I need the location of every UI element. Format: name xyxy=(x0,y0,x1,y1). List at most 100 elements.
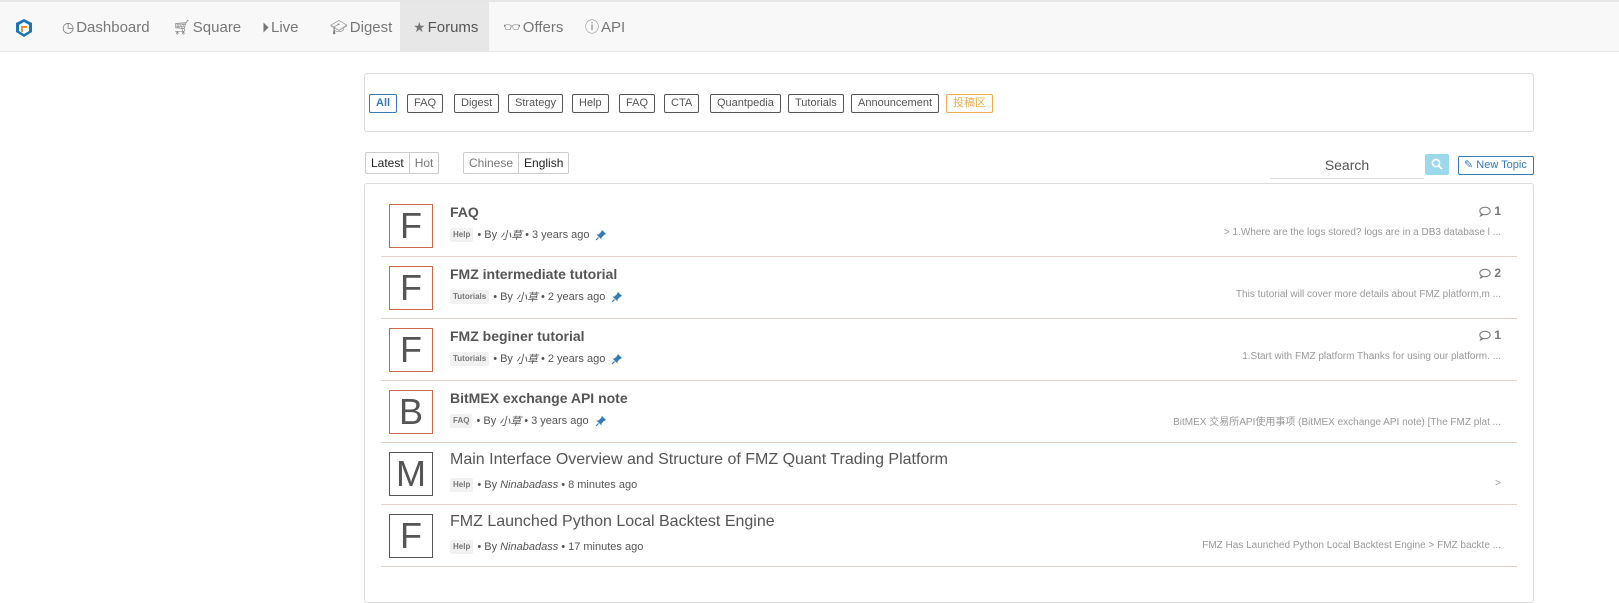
star-icon: ★ xyxy=(413,19,426,35)
topic-meta: Tutorials • By 小草 • 2 years ago xyxy=(450,289,623,305)
topic-time: • 8 minutes ago xyxy=(561,479,638,491)
new-topic-button[interactable]: ✎ New Topic xyxy=(1458,156,1534,175)
topic-author[interactable]: 小草 xyxy=(499,413,521,429)
category-cta[interactable]: CTA xyxy=(664,94,700,113)
category-faq[interactable]: FAQ xyxy=(407,94,444,113)
reply-count: 1 xyxy=(1479,328,1501,342)
topic-meta: Help • By Ninabadass • 17 minutes ago xyxy=(450,540,643,554)
topic-author[interactable]: Ninabadass xyxy=(500,479,558,491)
topic-author[interactable]: 小草 xyxy=(516,351,538,367)
fmz-logo-icon[interactable] xyxy=(14,18,34,38)
topic-by: • By xyxy=(476,415,497,427)
category-submissions[interactable]: 投稿区 xyxy=(946,94,993,113)
topic-tag[interactable]: Help xyxy=(450,228,474,242)
topic-author[interactable]: Ninabadass xyxy=(500,541,558,553)
topic-avatar: F xyxy=(389,328,433,372)
topic-by: • By xyxy=(477,229,498,241)
search-input[interactable] xyxy=(1270,152,1424,179)
topic-title[interactable]: FMZ intermediate tutorial xyxy=(450,266,617,282)
sort-toggle: Latest Hot xyxy=(365,152,440,174)
topic-title[interactable]: FAQ xyxy=(450,204,479,220)
topic-author[interactable]: 小草 xyxy=(500,227,522,243)
topic-avatar: F xyxy=(389,204,433,248)
topic-author[interactable]: 小草 xyxy=(516,289,538,305)
topic-row[interactable]: B BitMEX exchange API note FAQ • By 小草 •… xyxy=(381,380,1517,443)
category-announcement[interactable]: Announcement xyxy=(851,94,939,113)
reply-count: 2 xyxy=(1479,266,1501,280)
topic-avatar: F xyxy=(389,266,433,310)
language-toggle: Chinese English xyxy=(463,152,570,174)
topic-row[interactable]: M Main Interface Overview and Structure … xyxy=(381,442,1517,505)
topic-title[interactable]: Main Interface Overview and Structure of… xyxy=(450,451,948,469)
topic-tag[interactable]: Tutorials xyxy=(450,352,490,366)
topic-tag[interactable]: Help xyxy=(450,478,474,492)
topic-excerpt: > 1.Where are the logs stored? logs are … xyxy=(1223,227,1501,238)
pin-icon xyxy=(611,292,623,303)
topic-time: • 3 years ago xyxy=(524,415,589,427)
topic-avatar: B xyxy=(389,390,433,434)
nav-offers[interactable]: 👓︎ Offers xyxy=(503,2,563,52)
topic-tag[interactable]: FAQ xyxy=(450,414,473,428)
reply-count: 1 xyxy=(1479,204,1501,218)
nav-forums[interactable]: ★ Forums xyxy=(400,2,489,52)
topic-time: • 3 years ago xyxy=(525,229,590,241)
nav-digest[interactable]: 🎓︎ Digest xyxy=(330,2,392,52)
topic-excerpt: FMZ Has Launched Python Local Backtest E… xyxy=(1202,540,1501,551)
topic-excerpt: BitMEX 交易所API使用事项 (BitMEX exchange API n… xyxy=(1173,417,1501,428)
topic-title[interactable]: BitMEX exchange API note xyxy=(450,390,628,406)
topic-row[interactable]: F FAQ Help • By 小草 • 3 years ago 1 > 1.W… xyxy=(381,194,1517,257)
topic-row[interactable]: F FMZ intermediate tutorial Tutorials • … xyxy=(381,256,1517,319)
dashboard-icon: ◷ xyxy=(62,19,75,35)
topic-by: • By xyxy=(493,353,513,365)
info-circle-icon: ⓘ xyxy=(585,19,599,35)
topic-time: • 2 years ago xyxy=(540,353,606,365)
category-filter-panel: All FAQ Digest Strategy Help FAQ CTA Qua… xyxy=(364,73,1534,132)
sort-hot-button[interactable]: Hot xyxy=(408,152,440,174)
topic-meta: Help • By Ninabadass • 8 minutes ago xyxy=(450,478,637,492)
category-digest[interactable]: Digest xyxy=(454,94,500,113)
comment-icon xyxy=(1479,330,1492,341)
pin-icon xyxy=(596,230,607,241)
topic-by: • By xyxy=(493,291,513,303)
cart-icon: 🛒︎ xyxy=(173,19,191,35)
nav-square[interactable]: 🛒︎ Square xyxy=(173,2,241,52)
search-icon xyxy=(1431,158,1443,170)
topic-meta: FAQ • By 小草 • 3 years ago xyxy=(450,413,607,429)
nav-api[interactable]: ⓘ API xyxy=(585,2,625,52)
category-faq-2[interactable]: FAQ xyxy=(619,94,656,113)
topic-title[interactable]: FMZ Launched Python Local Backtest Engin… xyxy=(450,513,775,531)
nav-live[interactable]: ⏵ Live xyxy=(262,2,299,52)
topic-row[interactable]: F FMZ Launched Python Local Backtest Eng… xyxy=(381,504,1517,567)
comment-icon xyxy=(1479,268,1492,279)
nav-dashboard[interactable]: ◷ Dashboard xyxy=(62,2,150,52)
top-navbar: ◷ Dashboard 🛒︎ Square ⏵ Live 🎓︎ Digest ★ Foru… xyxy=(0,0,1619,52)
topic-tag[interactable]: Help xyxy=(450,540,474,554)
sort-latest-button[interactable]: Latest xyxy=(365,152,410,174)
topic-excerpt: > xyxy=(1495,478,1501,489)
category-quantpedia[interactable]: Quantpedia xyxy=(710,94,781,113)
comment-icon xyxy=(1479,206,1492,217)
topic-tag[interactable]: Tutorials xyxy=(450,290,490,304)
topic-avatar: F xyxy=(389,514,433,558)
language-english-button[interactable]: English xyxy=(518,152,570,174)
category-all[interactable]: All xyxy=(369,94,398,113)
category-strategy[interactable]: Strategy xyxy=(508,94,563,113)
topic-avatar: M xyxy=(389,452,433,496)
category-help[interactable]: Help xyxy=(572,94,609,113)
search-button[interactable] xyxy=(1425,154,1449,175)
pin-icon xyxy=(595,416,606,427)
topic-title[interactable]: FMZ beginer tutorial xyxy=(450,328,585,344)
glasses-icon: 👓︎ xyxy=(503,19,521,35)
topic-time: • 17 minutes ago xyxy=(561,541,644,553)
topic-meta: Help • By 小草 • 3 years ago xyxy=(450,227,607,243)
topic-row[interactable]: F FMZ beginer tutorial Tutorials • By 小草… xyxy=(381,318,1517,381)
pencil-icon: ✎ xyxy=(1464,159,1474,171)
language-chinese-button[interactable]: Chinese xyxy=(463,152,520,174)
category-tutorials[interactable]: Tutorials xyxy=(788,94,844,113)
topic-meta: Tutorials • By 小草 • 2 years ago xyxy=(450,351,623,367)
topic-by: • By xyxy=(477,479,498,491)
play-circle-icon: ⏵ xyxy=(262,19,269,35)
topic-by: • By xyxy=(477,541,498,553)
topic-excerpt: This tutorial will cover more details ab… xyxy=(1235,289,1501,300)
topic-excerpt: 1.Start with FMZ platform Thanks for usi… xyxy=(1242,351,1501,362)
